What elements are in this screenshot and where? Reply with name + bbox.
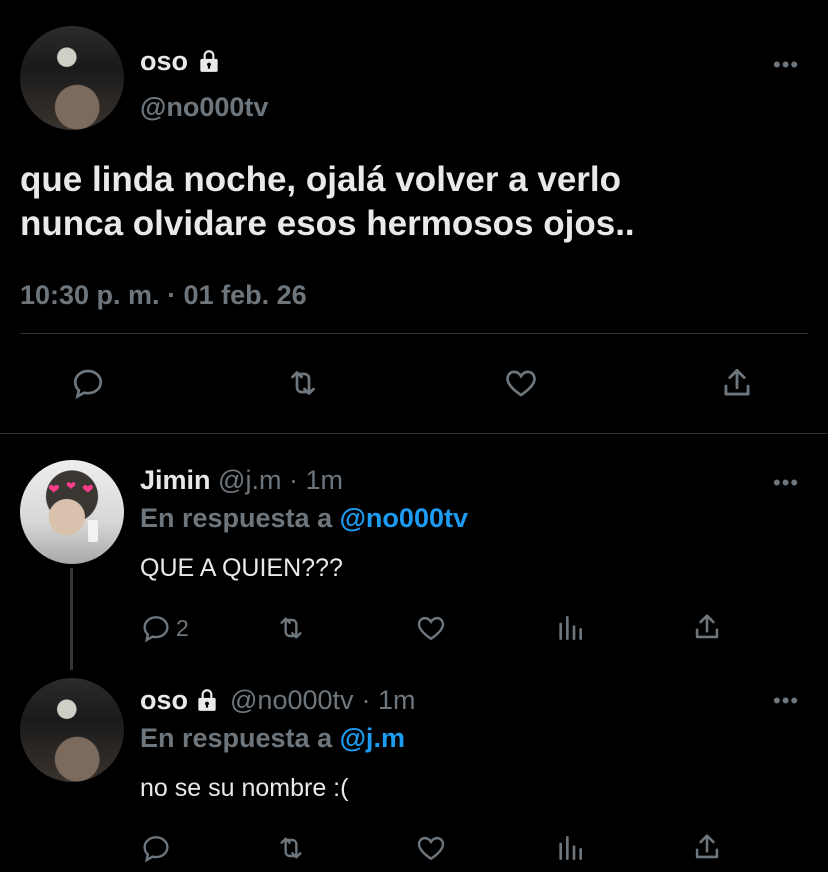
share-icon[interactable] [718,364,756,402]
svg-text:❤: ❤ [82,481,94,497]
share-icon[interactable] [690,610,724,644]
heart-icon[interactable] [414,612,448,644]
main-tweet-avatar[interactable] [20,26,124,130]
reply-icon[interactable]: 2 [140,612,189,644]
reply2-reply-prefix: En respuesta a [140,723,333,753]
reply-icon[interactable] [140,832,172,864]
reply1-reply-count: 2 [176,614,189,641]
main-tweet-divider [20,333,808,334]
reply1-header: Jimin @j.m · 1m [140,464,343,496]
reply2-actions [140,830,820,866]
reply2-time[interactable]: · 1m [362,684,416,716]
reply1-handle[interactable]: @j.m [218,465,281,495]
reply2-header: oso @no000tv · 1m [140,684,416,716]
svg-text:❤: ❤ [66,479,76,493]
main-tweet-handle[interactable]: @no000tv [140,92,268,123]
retweet-icon[interactable] [274,832,308,864]
reply2-more-icon[interactable]: ••• [773,690,799,712]
reply1-avatar-hearts: ❤ ❤ ❤ [48,479,98,542]
reply1-reply-context: En respuesta a @no000tv [140,502,468,534]
reply2-display-name[interactable]: oso [140,684,188,716]
heart-icon[interactable] [414,832,448,864]
reply1-avatar[interactable]: ❤ ❤ ❤ [20,460,124,564]
reply1-display-name[interactable]: Jimin [140,465,211,495]
main-tweet-text-line-1: que linda noche, ojalá volver a verlo [20,160,622,199]
reply2-reply-context: En respuesta a @j.m [140,722,405,754]
lock-icon [196,48,222,74]
main-tweet-text: que linda noche, ojalá volver a verlo nu… [20,158,810,246]
analytics-icon[interactable] [554,832,586,864]
analytics-icon[interactable] [554,612,586,644]
reply1-text: QUE A QUIEN??? [140,554,343,582]
reply1-reply-to-link[interactable]: @no000tv [340,503,468,533]
main-tweet-timestamp[interactable]: 10:30 p. m. · 01 feb. 26 [20,280,307,311]
reply-icon[interactable] [70,365,106,401]
reply2-text: no se su nombre :( [140,774,349,802]
lock-icon [194,687,220,713]
reply2-avatar[interactable] [20,678,124,782]
more-icon[interactable]: ••• [773,54,799,76]
display-name-text: oso [140,46,189,76]
main-tweet-text-line-2: nunca olvidare esos hermosos ojos.. [20,204,635,243]
reply1-reply-prefix: En respuesta a [140,503,333,533]
retweet-icon[interactable] [284,365,322,401]
share-icon[interactable] [690,830,724,864]
reply1-more-icon[interactable]: ••• [773,472,799,494]
reply2-handle[interactable]: @no000tv [230,684,354,716]
retweet-icon[interactable] [274,612,308,644]
thread-line [70,568,73,670]
section-divider [0,433,828,434]
reply2-reply-to-link[interactable]: @j.m [340,723,405,753]
main-tweet-display-name[interactable]: oso [140,46,222,76]
heart-icon[interactable] [502,365,540,401]
reply1-time[interactable]: · 1m [289,465,343,495]
svg-text:❤: ❤ [48,481,60,497]
reply1-actions: 2 [140,610,820,646]
